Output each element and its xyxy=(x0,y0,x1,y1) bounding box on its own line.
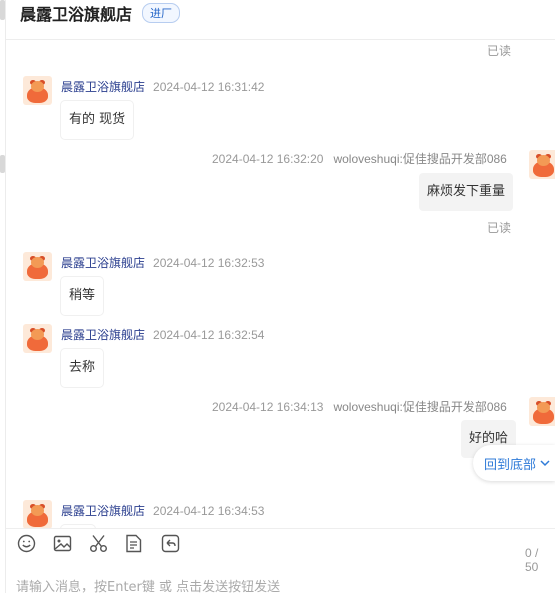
emoji-icon[interactable] xyxy=(16,534,36,554)
shop-avatar xyxy=(23,324,52,353)
message-list[interactable]: 已读 晨露卫浴旗舰店 2024-04-12 16:31:42 有的 现货 2024… xyxy=(6,40,555,528)
chat-header: 晨露卫浴旗舰店 进厂 xyxy=(6,0,555,40)
message-meta: 晨露卫浴旗舰店 2024-04-12 16:32:54 xyxy=(61,326,264,343)
chat-window: 晨露卫浴旗舰店 进厂 已读 晨露卫浴旗舰店 2024-04-12 16:31:42… xyxy=(0,0,555,593)
sender-name: 晨露卫浴旗舰店 xyxy=(61,256,146,270)
shop-name[interactable]: 晨露卫浴旗舰店 xyxy=(20,1,132,25)
scrollbar-thumb[interactable] xyxy=(0,155,5,173)
document-icon[interactable] xyxy=(124,534,144,554)
message-meta: 2024-04-12 16:34:13 woloveshuqi:促佳搜品开发部08… xyxy=(212,398,507,415)
scissors-icon[interactable] xyxy=(88,534,108,554)
user-avatar xyxy=(529,150,555,179)
message-meta: 晨露卫浴旗舰店 2024-04-12 16:34:53 xyxy=(61,502,264,519)
message-time: 2024-04-12 16:34:53 xyxy=(153,504,265,518)
scroll-to-bottom-label: 回到底部 xyxy=(484,457,537,473)
message-time: 2024-04-12 16:32:53 xyxy=(153,256,265,270)
history-icon[interactable] xyxy=(160,534,180,554)
shop-avatar xyxy=(23,252,52,281)
message-avatar[interactable] xyxy=(529,150,555,179)
read-status: 已读 xyxy=(487,221,512,235)
sender-name: woloveshuqi:促佳搜品开发部086 xyxy=(333,152,507,166)
image-icon[interactable] xyxy=(52,534,72,554)
message-bubble[interactable]: 麻烦发下重量 xyxy=(419,173,514,211)
message-bubble[interactable]: 稍等 xyxy=(61,277,104,315)
message-meta: 晨露卫浴旗舰店 2024-04-12 16:32:53 xyxy=(61,254,264,271)
message-bubble[interactable]: 有的 现货 xyxy=(61,101,134,139)
shop-avatar xyxy=(23,500,52,528)
input-toolbar xyxy=(6,528,555,558)
sender-name: 晨露卫浴旗舰店 xyxy=(61,328,146,342)
scroll-to-bottom-button[interactable]: 回到底部 xyxy=(473,445,555,481)
scrollbar-thumb-top[interactable] xyxy=(0,0,5,20)
sender-name: 晨露卫浴旗舰店 xyxy=(61,504,146,518)
char-counter: 0 / 50 xyxy=(525,546,539,574)
message-time: 2024-04-12 16:31:42 xyxy=(153,80,265,94)
message-meta: 2024-04-12 16:32:20 woloveshuqi:促佳搜品开发部08… xyxy=(212,150,507,167)
message-meta: 晨露卫浴旗舰店 2024-04-12 16:31:42 xyxy=(61,78,264,95)
message-bubble[interactable]: 去称 xyxy=(61,349,104,387)
message-avatar[interactable] xyxy=(23,252,52,281)
read-status: 已读 xyxy=(487,44,512,58)
sender-name: woloveshuqi:促佳搜品开发部086 xyxy=(333,400,507,414)
shop-avatar xyxy=(23,76,52,105)
message-avatar[interactable] xyxy=(529,397,555,426)
user-avatar xyxy=(529,397,555,426)
shop-badge[interactable]: 进厂 xyxy=(142,2,181,23)
message-avatar[interactable] xyxy=(23,500,52,528)
message-time: 2024-04-12 16:32:20 xyxy=(212,152,324,166)
message-time: 2024-04-12 16:32:54 xyxy=(153,328,265,342)
message-input[interactable]: 请输入消息，按Enter键 或 点击发送按钮发送 xyxy=(16,576,280,593)
message-avatar[interactable] xyxy=(23,76,52,105)
chevron-down-icon xyxy=(540,457,550,470)
message-avatar[interactable] xyxy=(23,324,52,353)
message-time: 2024-04-12 16:34:13 xyxy=(212,400,324,414)
sender-name: 晨露卫浴旗舰店 xyxy=(61,80,146,94)
